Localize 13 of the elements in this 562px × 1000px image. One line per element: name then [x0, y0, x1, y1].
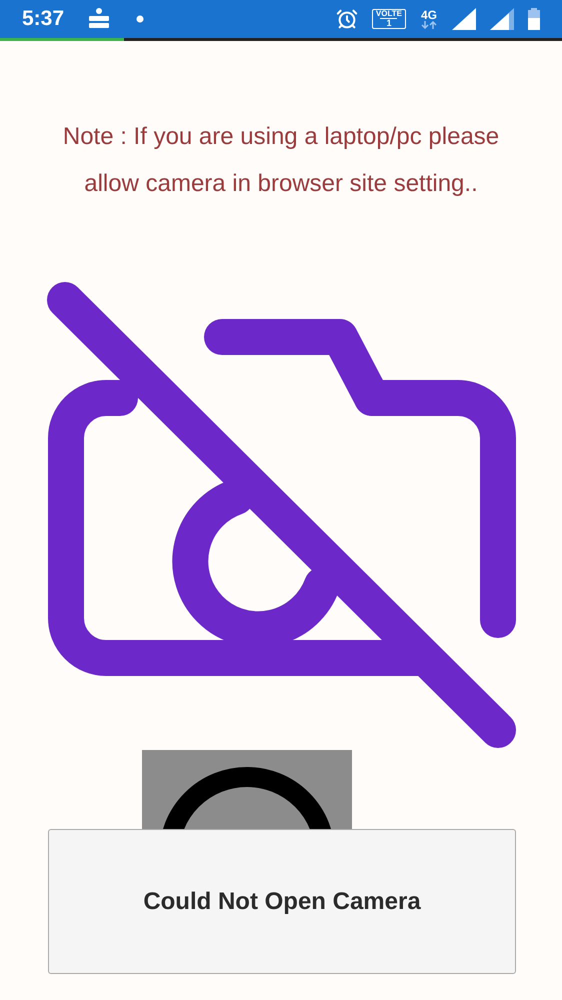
- volte-label: VOLTE: [376, 10, 402, 18]
- signal-icon: [490, 8, 514, 30]
- alarm-icon: [336, 8, 358, 30]
- sim-number: 1: [380, 18, 398, 28]
- network-type: 4G: [420, 9, 437, 21]
- error-message: Could Not Open Camera: [143, 888, 421, 916]
- notification-dot-icon: [136, 15, 144, 23]
- signal-icon: [452, 8, 476, 30]
- app-logo-icon: [88, 7, 110, 31]
- status-time: 5:37: [22, 7, 64, 31]
- note-text: Note : If you are using a laptop/pc please allow camera in browser site setting..: [62, 122, 500, 199]
- battery-icon: [528, 8, 540, 30]
- data-arrows-icon: [420, 21, 438, 29]
